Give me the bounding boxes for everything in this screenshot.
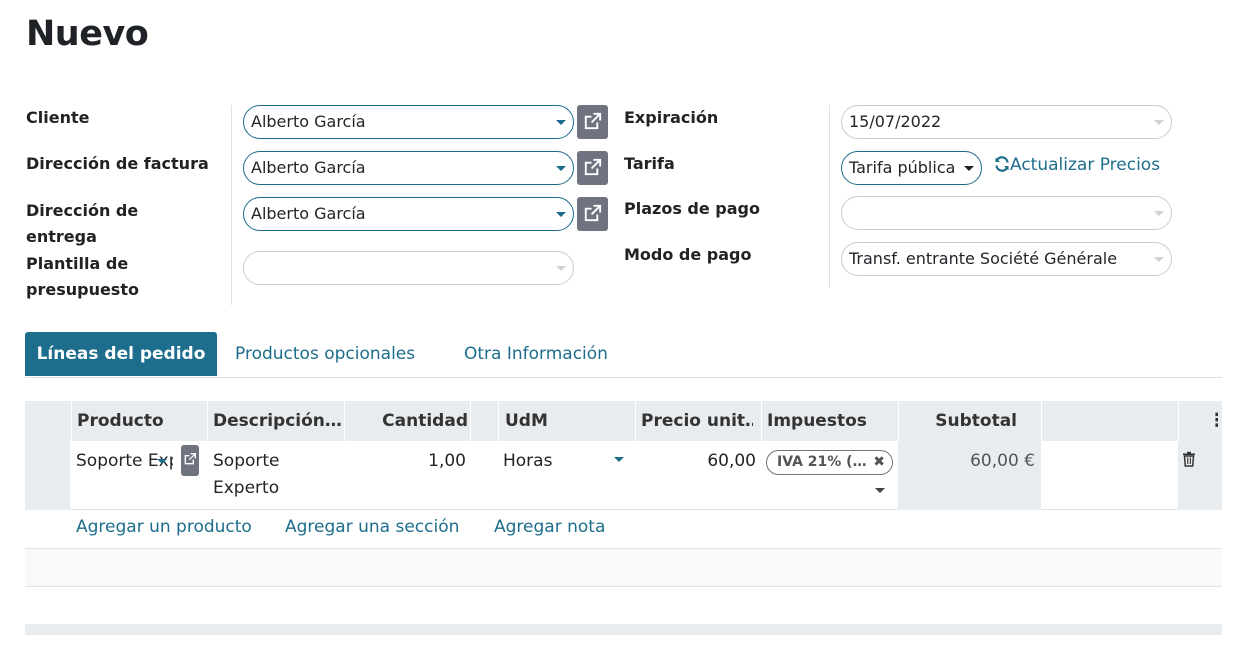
modo-pago-field[interactable]: Transf. entrante Société Générale xyxy=(841,242,1172,276)
column-separator xyxy=(470,401,471,441)
label-plantilla-line2: presupuesto xyxy=(26,280,139,299)
chevron-down-icon[interactable] xyxy=(1154,257,1164,262)
left-divider xyxy=(231,105,232,305)
direccion-factura-field[interactable]: Alberto García xyxy=(243,151,574,185)
chevron-down-icon[interactable] xyxy=(157,459,167,464)
right-divider xyxy=(829,105,830,288)
th-precio-unitario[interactable]: Precio unit… xyxy=(641,401,753,441)
chevron-down-icon[interactable] xyxy=(556,212,566,217)
th-subtotal[interactable]: Subtotal xyxy=(905,401,1017,441)
cell-precio[interactable]: 60,00 xyxy=(640,448,756,475)
label-direccion-entrega: Dirección de entrega xyxy=(26,198,138,250)
label-direccion-factura: Dirección de factura xyxy=(26,154,209,173)
chevron-down-icon[interactable] xyxy=(1154,120,1164,125)
chevron-down-icon[interactable] xyxy=(556,166,566,171)
chevron-down-icon[interactable] xyxy=(875,488,885,493)
column-separator xyxy=(71,401,72,441)
th-udm[interactable]: UdM xyxy=(505,401,625,441)
column-separator xyxy=(1041,401,1042,441)
cell-descripcion[interactable]: Soporte Experto xyxy=(213,448,280,502)
column-separator xyxy=(498,401,499,441)
expiracion-field[interactable]: 15/07/2022 xyxy=(841,105,1172,139)
cell-subtotal: 60,00 € xyxy=(970,451,1035,471)
external-link-icon xyxy=(184,453,196,465)
label-direccion-entrega-line1: Dirección de xyxy=(26,201,139,220)
cell-udm[interactable]: Horas xyxy=(503,448,552,475)
th-impuestos[interactable]: Impuestos xyxy=(767,401,895,441)
label-direccion-entrega-line2: entrega xyxy=(26,227,97,246)
actualizar-precios-label: Actualizar Precios xyxy=(1010,155,1161,175)
page-title: Nuevo xyxy=(26,14,149,54)
empty-row xyxy=(25,549,1222,587)
tax-tag-label: IVA 21% (… xyxy=(777,454,867,470)
cliente-value: Alberto García xyxy=(251,112,366,131)
column-separator xyxy=(898,401,899,441)
close-icon[interactable]: ✖ xyxy=(873,451,885,474)
producto-external-link-button[interactable] xyxy=(181,445,199,476)
th-cantidad[interactable]: Cantidad xyxy=(350,401,470,441)
table-footer xyxy=(25,624,1222,635)
direccion-factura-external-link-button[interactable] xyxy=(577,151,608,185)
column-separator xyxy=(344,401,345,441)
column-options-icon[interactable]: ⋮ xyxy=(1208,401,1218,441)
tab-lineas-pedido[interactable]: Líneas del pedido xyxy=(25,332,217,376)
th-producto[interactable]: Producto xyxy=(77,401,205,441)
table-header: Producto Descripción… Cantidad UdM Preci… xyxy=(25,401,1222,441)
column-separator xyxy=(1178,401,1179,441)
cell-descripcion-line2: Experto xyxy=(213,478,280,498)
label-cliente: Cliente xyxy=(26,108,90,127)
column-separator xyxy=(761,401,762,441)
tab-otra-informacion[interactable]: Otra Información xyxy=(464,332,608,376)
trash-icon[interactable] xyxy=(1182,451,1196,471)
cell-cantidad[interactable]: 1,00 xyxy=(370,448,466,475)
th-descripcion[interactable]: Descripción… xyxy=(213,401,341,441)
tarifa-value: Tarifa pública xyxy=(849,158,956,177)
direccion-entrega-value: Alberto García xyxy=(251,204,366,223)
row-handle-cell[interactable] xyxy=(25,441,70,510)
cell-descripcion-line1: Soporte xyxy=(213,451,280,471)
direccion-entrega-field[interactable]: Alberto García xyxy=(243,197,574,231)
actualizar-precios-button[interactable]: Actualizar Precios xyxy=(994,155,1160,175)
label-plazos-pago: Plazos de pago xyxy=(624,199,760,218)
chevron-down-icon[interactable] xyxy=(1154,211,1164,216)
label-modo-pago: Modo de pago xyxy=(624,245,752,264)
expiracion-value: 15/07/2022 xyxy=(849,112,942,131)
add-section-link[interactable]: Agregar una sección xyxy=(285,517,459,537)
tab-underline xyxy=(25,377,1222,378)
chevron-down-icon[interactable] xyxy=(964,166,974,171)
cliente-external-link-button[interactable] xyxy=(577,105,608,139)
tab-productos-opcionales[interactable]: Productos opcionales xyxy=(235,332,415,376)
add-product-link[interactable]: Agregar un producto xyxy=(76,517,252,537)
tax-tag: IVA 21% (… ✖ xyxy=(766,450,893,475)
trash-icon-svg xyxy=(1183,451,1195,467)
label-tarifa: Tarifa xyxy=(624,154,675,173)
chevron-down-icon[interactable] xyxy=(614,457,624,462)
cliente-field[interactable]: Alberto García xyxy=(243,105,574,139)
external-link-icon xyxy=(584,112,602,130)
label-expiracion: Expiración xyxy=(624,108,719,127)
external-link-icon xyxy=(584,158,602,176)
direccion-entrega-external-link-button[interactable] xyxy=(577,197,608,231)
direccion-factura-value: Alberto García xyxy=(251,158,366,177)
plazos-pago-field[interactable] xyxy=(841,196,1172,230)
plantilla-field[interactable] xyxy=(243,251,574,285)
column-separator xyxy=(635,401,636,441)
refresh-icon xyxy=(995,156,1009,172)
table-row[interactable] xyxy=(25,441,1222,510)
label-plantilla: Plantilla de presupuesto xyxy=(26,251,139,303)
chevron-down-icon[interactable] xyxy=(556,266,566,271)
external-link-icon xyxy=(584,204,602,222)
add-note-link[interactable]: Agregar nota xyxy=(494,517,605,537)
tarifa-field[interactable]: Tarifa pública xyxy=(841,151,982,185)
label-plantilla-line1: Plantilla de xyxy=(26,254,129,273)
column-separator xyxy=(207,401,208,441)
modo-pago-value: Transf. entrante Société Générale xyxy=(849,249,1118,268)
chevron-down-icon[interactable] xyxy=(556,120,566,125)
